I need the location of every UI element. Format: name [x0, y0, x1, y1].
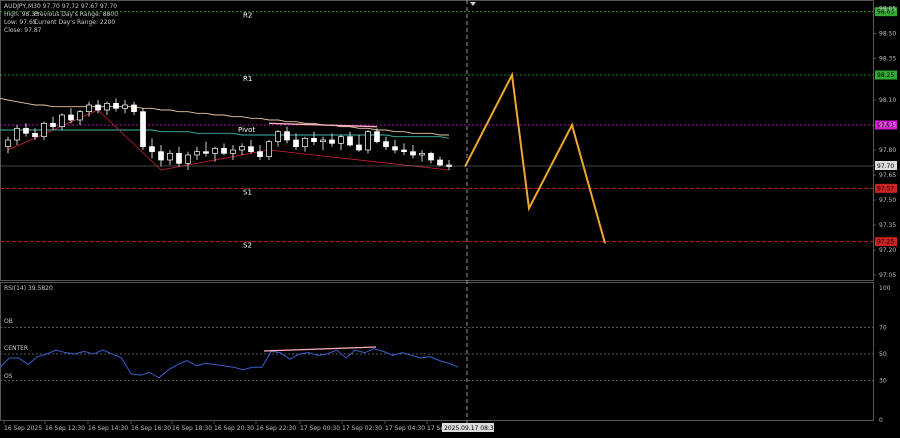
- level-tag-value: 98.25: [877, 72, 894, 79]
- current-range-label: Current Day's Range: 2200: [34, 19, 115, 26]
- price-tick-label: 97.95: [879, 122, 896, 129]
- rsi-tick-label: 30: [879, 377, 887, 384]
- low-label: Low: 97.65: [4, 19, 37, 26]
- time-tick-label: 17 Se: [427, 425, 444, 432]
- level-tag-value: 97.25: [877, 239, 894, 246]
- level-label-s2: S2: [243, 242, 252, 250]
- candle: [140, 108, 146, 150]
- rsi-tick-label: 0: [879, 417, 883, 424]
- crosshair-time-value: 2025.09.17 08:30: [444, 425, 498, 432]
- time-tick-label: 17 Sep 00:30: [300, 425, 340, 432]
- time-tick-label: 16 Sep 22:30: [256, 425, 296, 432]
- level-label-r2: R2: [243, 12, 252, 20]
- rsi-axis: 100 70 50 30 0: [879, 285, 891, 424]
- rsi-tick-label: 70: [879, 325, 887, 332]
- rsi-title: RSI(14) 39.5820: [4, 285, 53, 292]
- price-tick-label: 98.50: [879, 30, 896, 37]
- price-tick-label: 97.35: [879, 222, 896, 229]
- rsi-os-label: OS: [4, 373, 13, 380]
- price-tick-label: 97.50: [879, 197, 896, 204]
- price-tick-label: 98.65: [879, 5, 896, 12]
- time-tick-label: 17 Sep 04:30: [385, 425, 425, 432]
- time-tick-label: 16 Sep 2025: [4, 425, 42, 432]
- level-tag-value: 97.57: [877, 185, 894, 192]
- price-tick-label: 97.65: [879, 172, 896, 179]
- level-label-r1: R1: [243, 75, 252, 83]
- price-tick-label: 98.10: [879, 97, 896, 104]
- time-tick-label: 16 Sep 20:30: [214, 425, 254, 432]
- level-label-s1: S1: [243, 188, 252, 196]
- candle: [365, 130, 371, 154]
- trading-chart[interactable]: AUDJPY,M30 97.70 97.72 97.67 97.70 High:…: [0, 0, 900, 438]
- rsi-tick-label: 100: [879, 285, 891, 292]
- price-panel[interactable]: [0, 0, 874, 281]
- time-axis: 16 Sep 2025 16 Sep 12:30 16 Sep 14:30 16 Se…: [3, 421, 444, 432]
- rsi-center-label: CENTER: [4, 345, 28, 352]
- symbol-line: AUDJPY,M30 97.70 97.72 97.67 97.70: [4, 3, 117, 10]
- rsi-ob-label: OB: [4, 318, 13, 325]
- level-label-pivot: Pivot: [238, 126, 255, 134]
- rsi-panel[interactable]: [0, 282, 874, 421]
- price-tick-label: 97.20: [879, 247, 896, 254]
- rsi-tick-label: 50: [879, 351, 887, 358]
- time-tick-label: 16 Sep 12:30: [45, 425, 85, 432]
- current-price-value: 97.70: [877, 163, 894, 170]
- close-label: Close: 97.87: [4, 27, 42, 34]
- price-tick-label: 97.80: [879, 147, 896, 154]
- candle: [266, 140, 272, 160]
- time-tick-label: 16 Sep 18:30: [172, 425, 212, 432]
- time-tick-label: 16 Sep 14:30: [88, 425, 128, 432]
- price-tick-label: 98.35: [879, 55, 896, 62]
- time-tick-label: 17 Sep 02:30: [342, 425, 382, 432]
- price-tick-label: 97.05: [879, 272, 896, 279]
- time-tick-label: 16 Sep 16:30: [131, 425, 171, 432]
